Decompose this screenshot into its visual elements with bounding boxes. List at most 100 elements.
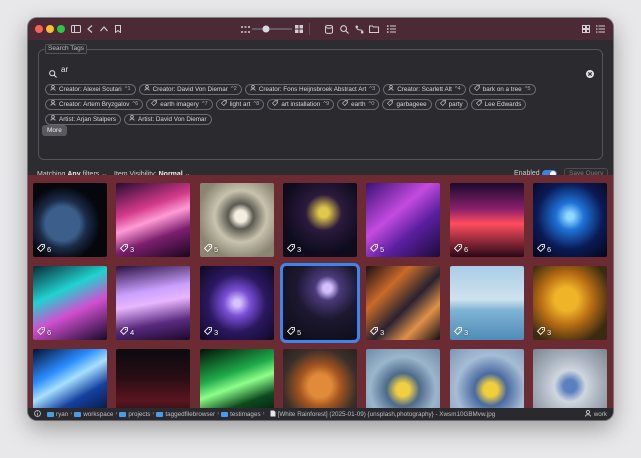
search-icon[interactable] [339, 21, 349, 37]
search-panel-title: Search Tags [45, 44, 88, 54]
image-tile[interactable]: 4 [116, 266, 190, 340]
tag-count: 4 [130, 327, 135, 337]
user-name: work [593, 410, 607, 418]
tag-suggestion-list: Creator: Alexei Scutari ^1 Creator: David … [45, 84, 598, 125]
sidebar-icon[interactable] [71, 21, 81, 37]
image-tile[interactable]: 6 [533, 183, 607, 257]
user-indicator[interactable]: work [584, 409, 607, 419]
tag-chip[interactable]: Artist: Arjan Stalpers [45, 114, 122, 125]
image-tile[interactable]: 3 [283, 183, 357, 257]
folder-icon[interactable] [369, 21, 379, 37]
tag-icon [387, 99, 394, 110]
tag-chip[interactable]: light art ^8 [215, 99, 265, 110]
search-input[interactable]: ar [45, 62, 596, 78]
tag-icon [203, 244, 212, 254]
tag-chip-label: Creator: Alexei Scutari [59, 86, 122, 93]
image-tile[interactable] [33, 349, 107, 408]
tag-chip[interactable]: Creator: Artem Bryzgalov ^6 [45, 99, 144, 110]
tag-chip[interactable]: Creator: David Von Diemar ^2 [138, 84, 242, 95]
breadcrumb-folder[interactable]: ryan [47, 411, 68, 418]
tag-chip[interactable]: Creator: Scarlett Alt ^4 [383, 84, 466, 95]
search-tags-panel: Search Tags ar Creator: Alexei Scutari ^1… [38, 44, 603, 160]
breadcrumb-folder[interactable]: taggedfilebrowser [156, 411, 215, 418]
small-grid-icon[interactable] [240, 21, 250, 37]
close-window-button[interactable] [35, 25, 43, 33]
image-tile[interactable] [200, 349, 274, 408]
person-icon [584, 409, 591, 419]
list-icon[interactable] [595, 21, 605, 37]
image-tile[interactable]: 3 [200, 266, 274, 340]
large-grid-icon[interactable] [294, 21, 304, 37]
tag-chip[interactable]: Artist: David Von Diemar [124, 114, 212, 125]
breadcrumb-separator: › [217, 411, 220, 417]
image-tile[interactable] [450, 349, 524, 408]
tag-chip-shortcut: ^4 [454, 86, 461, 92]
clear-search-icon[interactable] [586, 65, 594, 83]
file-icon [270, 410, 276, 419]
tag-chip[interactable]: Creator: Fons Heijnsbroek Abstract Art ^3 [244, 84, 381, 95]
person-icon [129, 114, 135, 125]
breadcrumb-file[interactable]: [White Rainforest] (2025-01-09) {unsplas… [270, 410, 496, 419]
folder-icon [119, 411, 127, 417]
image-tile[interactable] [283, 349, 357, 408]
image-tile[interactable]: 3 [366, 266, 440, 340]
tag-chip-label: light art [229, 101, 251, 108]
image-tile[interactable]: 3 [533, 266, 607, 340]
database-icon[interactable] [324, 21, 334, 37]
tag-chip[interactable]: earth ^0 [337, 99, 380, 110]
breadcrumb-label: projects [128, 410, 151, 418]
tag-chip[interactable]: garbageee [382, 99, 432, 110]
tag-count-badge: 5 [286, 327, 301, 337]
sort-icon[interactable] [386, 21, 396, 37]
tag-chip-label: Creator: Fons Heijnsbroek Abstract Art [258, 86, 367, 93]
tag-icon [475, 99, 482, 110]
breadcrumb-folder[interactable]: workspace [74, 411, 113, 418]
image-tile[interactable]: 3 [450, 266, 524, 340]
image-tile-selected[interactable]: 5 [280, 263, 360, 343]
tag-count-badge: 5 [203, 244, 218, 254]
tag-icon [119, 327, 128, 337]
person-icon [50, 99, 56, 110]
tag-chip[interactable]: party [434, 99, 468, 110]
tag-chip-shortcut: ^6 [132, 101, 139, 107]
image-tile[interactable] [533, 349, 607, 408]
tag-icon [36, 244, 45, 254]
back-icon[interactable] [86, 21, 94, 37]
zoom-window-button[interactable] [57, 25, 65, 33]
tag-icon [286, 327, 295, 337]
tag-chip[interactable]: art installation ^9 [267, 99, 335, 110]
tag-chip-shortcut: ^0 [368, 101, 375, 107]
search-query: ar [61, 65, 69, 74]
tag-count: 3 [130, 244, 135, 254]
image-tile[interactable]: 6 [450, 183, 524, 257]
up-icon[interactable] [100, 21, 108, 37]
image-tile[interactable] [116, 349, 190, 408]
bookmark-icon[interactable] [114, 21, 122, 37]
breadcrumb-folder[interactable]: projects [119, 411, 150, 418]
tag-chip[interactable]: Lee Edwards [470, 99, 527, 110]
tag-chip[interactable]: bark on a tree ^5 [468, 84, 536, 95]
info-icon[interactable] [34, 409, 41, 419]
tag-chip-shortcut: ^3 [369, 86, 376, 92]
image-tile[interactable] [366, 349, 440, 408]
image-tile[interactable]: 3 [116, 183, 190, 257]
image-tile[interactable]: 5 [200, 183, 274, 257]
tag-chip[interactable]: earth imagery ^7 [146, 99, 213, 110]
breadcrumb-folder[interactable]: testimages [221, 410, 261, 418]
minimize-window-button[interactable] [46, 25, 54, 33]
branch-icon[interactable] [354, 21, 364, 37]
image-tile[interactable]: 6 [33, 183, 107, 257]
image-tile[interactable]: 6 [33, 266, 107, 340]
tag-count-badge: 3 [203, 327, 218, 337]
tag-count: 3 [547, 327, 552, 337]
thumbnail-size-slider[interactable] [252, 21, 292, 37]
tag-icon [272, 99, 279, 110]
image-tile[interactable]: 5 [366, 183, 440, 257]
tag-icon [286, 244, 295, 254]
gallery-icon[interactable] [581, 21, 591, 37]
tag-icon [439, 99, 446, 110]
current-file-name: [White Rainforest] (2025-01-09) {unsplas… [277, 410, 496, 418]
tag-chip[interactable]: Creator: Alexei Scutari ^1 [45, 84, 136, 95]
more-button[interactable]: More [42, 125, 67, 136]
breadcrumb-label: testimages [230, 410, 261, 418]
